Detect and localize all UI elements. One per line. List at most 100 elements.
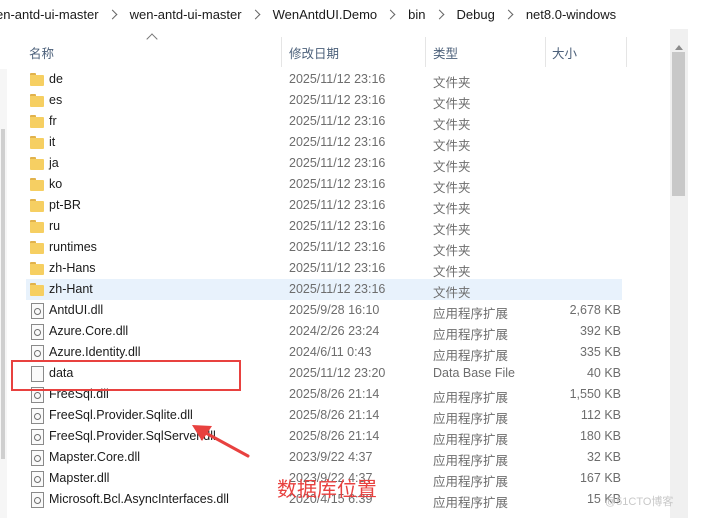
- file-date: 2024/2/26 23:24: [289, 324, 380, 338]
- file-type: 应用程序扩展: [433, 307, 509, 321]
- file-row[interactable]: zh-Hant 2025/11/12 23:16 文件夹: [26, 279, 622, 300]
- breadcrumb-item[interactable]: Debug: [451, 7, 501, 22]
- folder-icon: [30, 114, 44, 129]
- file-date: 2025/11/12 23:16: [289, 135, 386, 149]
- chevron-right-icon[interactable]: [107, 9, 118, 20]
- file-row[interactable]: ru 2025/11/12 23:16 文件夹: [0, 216, 670, 237]
- file-row[interactable]: ko 2025/11/12 23:16 文件夹: [0, 174, 670, 195]
- column-header-type[interactable]: 类型: [433, 43, 458, 62]
- file-type: 应用程序扩展: [433, 433, 509, 447]
- file-date: 2025/11/12 23:16: [289, 177, 386, 191]
- file-type: 文件夹: [433, 202, 471, 216]
- folder-icon: [30, 93, 44, 108]
- breadcrumb-item[interactable]: net8.0-windows: [520, 7, 622, 22]
- column-header-date[interactable]: 修改日期: [289, 43, 339, 62]
- dll-file-icon: [30, 408, 44, 424]
- file-row[interactable]: FreeSql.Provider.SqlServer.dll 2025/8/26 …: [0, 426, 670, 447]
- file-type: 应用程序扩展: [433, 349, 509, 363]
- breadcrumb-item[interactable]: wen-antd-ui-master: [124, 7, 248, 22]
- folder-icon: [30, 219, 44, 234]
- column-header: 名称 修改日期 类型 大小: [0, 29, 670, 69]
- breadcrumb-item[interactable]: bin: [402, 7, 431, 22]
- breadcrumb-item[interactable]: en-antd-ui-master: [0, 7, 105, 22]
- column-header-name[interactable]: 名称: [29, 43, 54, 62]
- file-row[interactable]: ja 2025/11/12 23:16 文件夹: [0, 153, 670, 174]
- file-date: 2025/11/12 23:16: [289, 72, 386, 86]
- folder-icon: [30, 240, 44, 255]
- file-name: es: [49, 93, 63, 107]
- file-name: FreeSql.Provider.Sqlite.dll: [49, 408, 193, 422]
- file-row[interactable]: es 2025/11/12 23:16 文件夹: [0, 90, 670, 111]
- file-size: 40 KB: [586, 366, 621, 380]
- file-type: 文件夹: [433, 265, 471, 279]
- file-name: runtimes: [49, 240, 97, 254]
- file-date: 2025/11/12 23:20: [289, 366, 386, 380]
- file-size: 1,550 KB: [569, 387, 621, 401]
- file-type: 应用程序扩展: [433, 496, 509, 510]
- column-divider[interactable]: [626, 37, 627, 67]
- column-divider[interactable]: [425, 37, 426, 67]
- column-divider[interactable]: [545, 37, 546, 67]
- file-row[interactable]: Azure.Core.dll 2024/2/26 23:24 应用程序扩展 392 K…: [0, 321, 670, 342]
- file-type: 文件夹: [433, 223, 471, 237]
- file-date: 2025/11/12 23:16: [289, 156, 386, 170]
- file-row[interactable]: fr 2025/11/12 23:16 文件夹: [0, 111, 670, 132]
- file-date: 2025/9/28 16:10: [289, 303, 380, 317]
- folder-icon: [30, 198, 44, 213]
- file-size: 32 KB: [586, 450, 621, 464]
- vertical-scrollbar[interactable]: [670, 29, 688, 518]
- dll-file-icon: [30, 471, 44, 487]
- file-type: 文件夹: [433, 286, 471, 300]
- file-name: AntdUI.dll: [49, 303, 104, 317]
- file-name: Mapster.Core.dll: [49, 450, 141, 464]
- folder-icon: [30, 177, 44, 192]
- dll-file-icon: [30, 324, 44, 340]
- file-row[interactable]: Mapster.Core.dll 2023/9/22 4:37 应用程序扩展 32 K…: [0, 447, 670, 468]
- file-name: ja: [49, 156, 59, 170]
- scrollbar-thumb[interactable]: [672, 52, 685, 196]
- folder-icon: [30, 261, 44, 276]
- scroll-up-icon[interactable]: [675, 45, 683, 50]
- file-size: 167 KB: [579, 471, 621, 485]
- file-type: 应用程序扩展: [433, 454, 509, 468]
- file-size: 392 KB: [579, 324, 621, 338]
- file-size: 2,678 KB: [569, 303, 621, 317]
- file-date: 2025/11/12 23:16: [289, 114, 386, 128]
- file-row[interactable]: pt-BR 2025/11/12 23:16 文件夹: [0, 195, 670, 216]
- file-name: Mapster.dll: [49, 471, 110, 485]
- file-type: Data Base File: [433, 366, 515, 380]
- chevron-right-icon[interactable]: [503, 9, 514, 20]
- dll-file-icon: [30, 345, 44, 361]
- breadcrumb-item[interactable]: WenAntdUI.Demo: [267, 7, 384, 22]
- file-name: fr: [49, 114, 57, 128]
- file-date: 2025/11/12 23:16: [289, 240, 386, 254]
- chevron-right-icon[interactable]: [434, 9, 444, 20]
- file-name: ru: [49, 219, 61, 233]
- file-date: 2024/6/11 0:43: [289, 345, 372, 359]
- file-row[interactable]: zh-Hans 2025/11/12 23:16 文件夹: [0, 258, 670, 279]
- file-row[interactable]: runtimes 2025/11/12 23:16 文件夹: [0, 237, 670, 258]
- dll-file-icon: [30, 492, 44, 508]
- highlight-box: [11, 360, 241, 391]
- file-row[interactable]: de 2025/11/12 23:16 文件夹: [0, 69, 670, 90]
- file-row[interactable]: it 2025/11/12 23:16 文件夹: [0, 132, 670, 153]
- window-margin: [688, 29, 711, 518]
- annotation-caption: 数据库位置: [277, 479, 377, 501]
- file-date: 2025/11/12 23:16: [289, 261, 386, 275]
- file-type: 文件夹: [433, 139, 471, 153]
- file-date: 2023/9/22 4:37: [289, 450, 373, 464]
- file-size: 335 KB: [579, 345, 621, 359]
- file-row[interactable]: AntdUI.dll 2025/9/28 16:10 应用程序扩展 2,678 KB: [0, 300, 670, 321]
- file-name: it: [49, 135, 56, 149]
- file-name: de: [49, 72, 63, 86]
- dll-file-icon: [30, 429, 44, 445]
- column-divider[interactable]: [281, 37, 282, 67]
- column-header-size[interactable]: 大小: [552, 43, 577, 62]
- folder-icon: [30, 282, 44, 297]
- file-date: 2025/11/12 23:16: [289, 282, 386, 296]
- file-date: 2025/11/12 23:16: [289, 198, 386, 212]
- chevron-right-icon[interactable]: [385, 9, 396, 20]
- folder-icon: [30, 72, 44, 87]
- chevron-right-icon[interactable]: [250, 9, 261, 20]
- file-row[interactable]: FreeSql.Provider.Sqlite.dll 2025/8/26 21:…: [0, 405, 670, 426]
